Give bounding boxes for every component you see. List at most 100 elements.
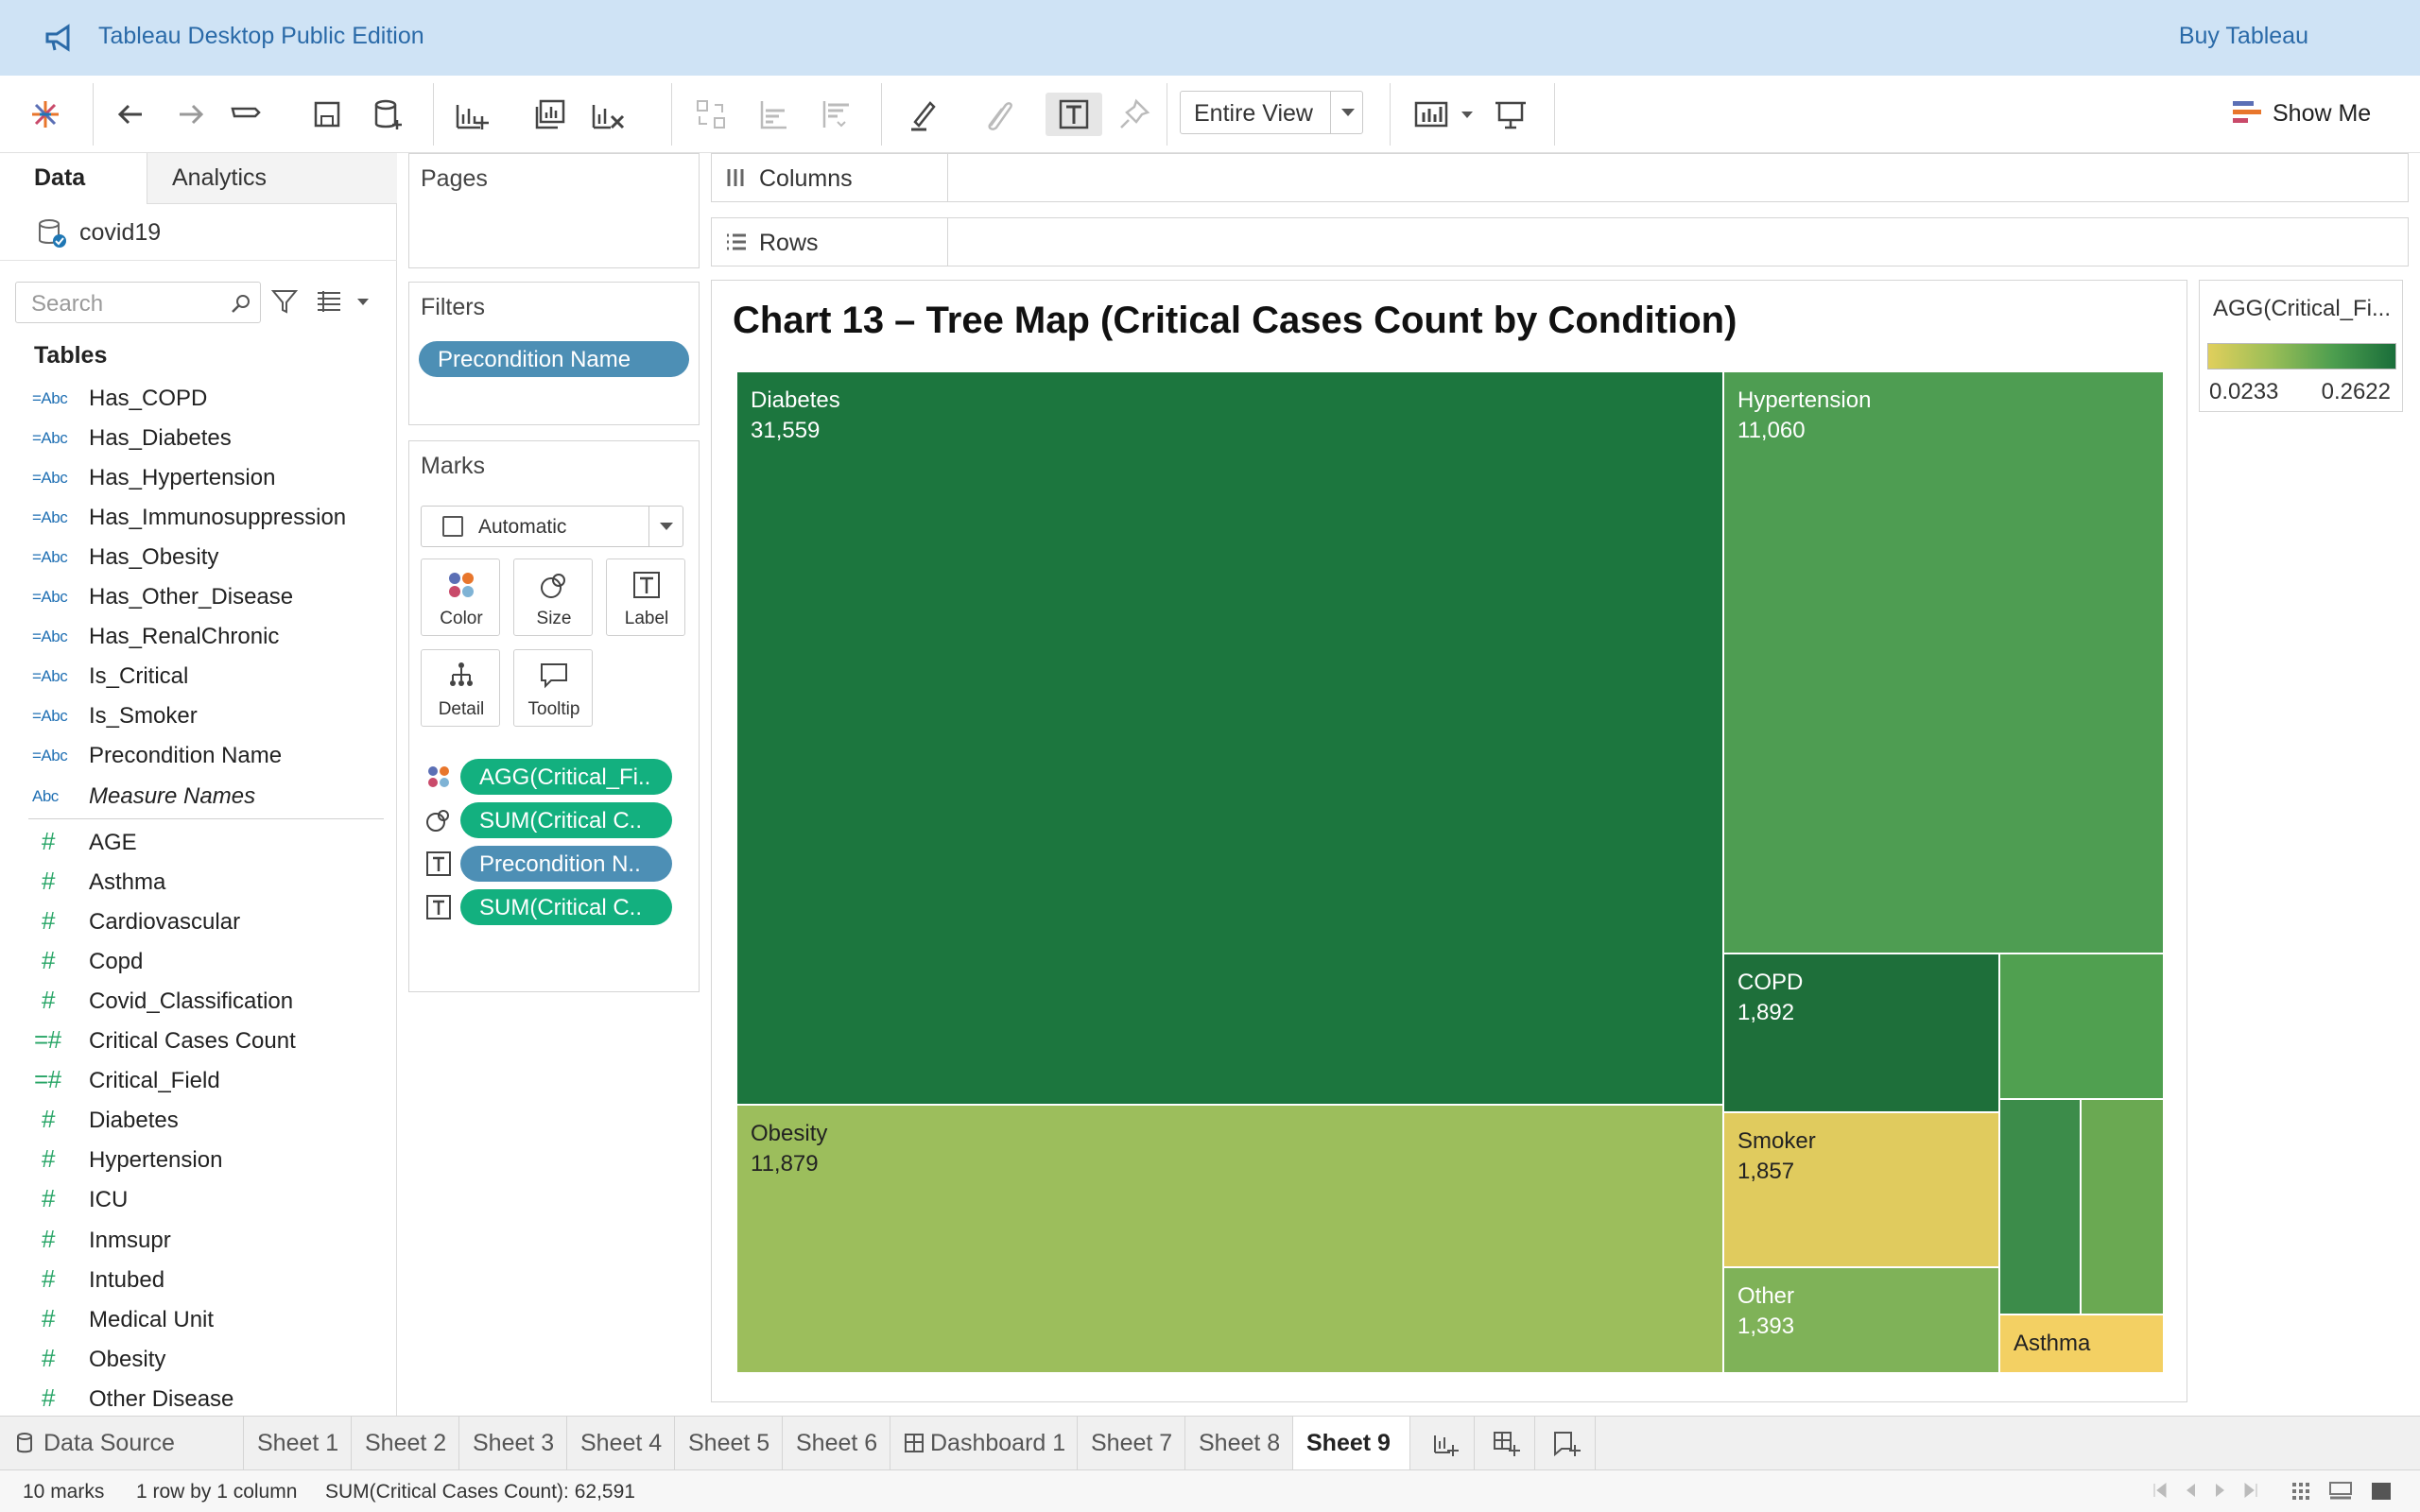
label-button[interactable]: Label [606,558,685,636]
field-item[interactable]: # Cardiovascular [0,903,388,941]
sheet-tab[interactable]: Sheet 3 [459,1417,567,1469]
treemap-tile[interactable]: COPD 1,892 [1723,954,1999,1112]
marks-shelf-row-label[interactable]: Precondition N.. [424,842,695,882]
color-legend[interactable]: AGG(Critical_Fi... 0.0233 0.2622 [2199,280,2403,412]
treemap-tile[interactable]: Diabetes 31,559 [736,371,1723,1105]
filters-card[interactable]: Filters Precondition Name [408,282,700,425]
columns-shelf[interactable]: Columns [711,153,2409,202]
field-item[interactable]: =Abc Is_Critical [0,658,388,696]
field-item[interactable]: # Hypertension [0,1142,388,1179]
treemap-tile[interactable]: Other 1,393 [1723,1267,1999,1373]
redo-icon[interactable] [172,93,210,136]
size-button[interactable]: Size [513,558,593,636]
marks-pill-label-dimension[interactable]: Precondition N.. [460,846,672,882]
filter-icon[interactable] [270,287,299,316]
tab-analytics[interactable]: Analytics [147,153,528,204]
single-view-icon[interactable] [2371,1482,2392,1501]
new-dashboard-tab[interactable] [1475,1417,1535,1469]
show-mark-labels-icon[interactable] [1046,93,1102,136]
sheet-tab[interactable]: Sheet 7 [1078,1417,1185,1469]
new-worksheet-icon[interactable] [452,93,490,136]
sheet-tab[interactable]: Sheet 5 [675,1417,783,1469]
field-item[interactable]: =Abc Has_Diabetes [0,420,388,457]
treemap-tile-unlabeled[interactable] [1999,954,2164,1099]
field-item[interactable]: =Abc Has_RenalChronic [0,618,388,656]
replay-icon[interactable] [227,93,265,136]
marks-pill-label-measure[interactable]: SUM(Critical C.. [460,889,672,925]
field-item[interactable]: # AGE [0,824,388,862]
duplicate-sheet-icon[interactable] [531,93,569,136]
marks-pill-size[interactable]: SUM(Critical C.. [460,802,672,838]
grid-view-icon[interactable] [2291,1482,2312,1501]
view-list-icon[interactable] [316,289,342,314]
field-item[interactable]: # Intubed [0,1262,388,1299]
marks-shelf-row-color[interactable]: AGG(Critical_Fi.. [424,755,695,795]
presentation-mode-icon[interactable] [1492,93,1530,136]
group-members-icon[interactable] [977,93,1015,136]
rows-shelf[interactable]: Rows [711,217,2409,266]
tab-data-source[interactable]: Data Source [0,1417,244,1469]
datasource-row[interactable]: covid19 [0,204,397,261]
field-item[interactable]: # Obesity [0,1341,388,1379]
sheet-tab[interactable]: Sheet 9 [1293,1417,1410,1469]
sheet-tab[interactable]: Dashboard 1 [890,1417,1078,1469]
marks-shelf-row-label-2[interactable]: SUM(Critical C.. [424,885,695,925]
buy-tableau-link[interactable]: Buy Tableau [2179,23,2308,50]
sheet-tab[interactable]: Sheet 4 [567,1417,675,1469]
field-item[interactable]: # Other Disease [0,1381,388,1418]
detail-button[interactable]: Detail [421,649,500,727]
show-cards-dropdown-icon[interactable] [1461,112,1473,118]
field-item[interactable]: # Copd [0,943,388,981]
filter-pill-precondition-name[interactable]: Precondition Name [419,341,689,377]
field-item[interactable]: =# Critical_Field [0,1062,388,1100]
mark-type-select[interactable]: Automatic [421,506,683,547]
save-icon[interactable] [308,93,346,136]
pages-card[interactable]: Pages [408,153,700,268]
field-item[interactable]: Abc Measure Names [0,778,388,816]
field-item[interactable]: =Abc Has_COPD [0,380,388,418]
undo-icon[interactable] [112,93,149,136]
tooltip-button[interactable]: Tooltip [513,649,593,727]
search-input[interactable]: Search [15,282,261,323]
clear-sheet-icon[interactable] [588,93,626,136]
field-item[interactable]: =Abc Has_Obesity [0,539,388,576]
treemap-tile[interactable]: Hypertension 11,060 [1723,371,2164,954]
chevron-down-icon[interactable] [1330,92,1362,133]
sheet-tab[interactable]: Sheet 6 [783,1417,890,1469]
show-cards-icon[interactable] [1412,93,1450,136]
view-list-dropdown-icon[interactable] [357,299,369,305]
swap-rows-columns-icon[interactable] [692,93,730,136]
field-item[interactable]: # Medical Unit [0,1301,388,1339]
last-page-icon[interactable] [2242,1482,2259,1499]
chevron-down-icon[interactable] [648,507,683,546]
field-item[interactable]: # Covid_Classification [0,983,388,1021]
sheet-tab[interactable]: Sheet 8 [1185,1417,1293,1469]
fit-select[interactable]: Entire View [1180,91,1363,134]
filmstrip-view-icon[interactable] [2329,1482,2352,1501]
first-page-icon[interactable] [2152,1482,2169,1499]
treemap-tile-unlabeled[interactable] [2081,1099,2164,1314]
show-me-button[interactable]: Show Me [2231,94,2371,132]
fix-axes-pin-icon[interactable] [1115,93,1153,136]
sheet-tab[interactable]: Sheet 1 [244,1417,352,1469]
treemap-tile[interactable]: Smoker 1,857 [1723,1112,1999,1267]
previous-page-icon[interactable] [2182,1482,2199,1499]
color-button[interactable]: Color [421,558,500,636]
new-worksheet-tab[interactable] [1414,1417,1475,1469]
new-story-tab[interactable] [1535,1417,1596,1469]
tab-data[interactable]: Data [0,153,147,204]
treemap-tile-unlabeled[interactable] [1999,1099,2081,1314]
treemap-tile[interactable]: Asthma [1999,1314,2164,1373]
field-item[interactable]: =Abc Has_Other_Disease [0,578,388,616]
sort-ascending-icon[interactable] [754,93,792,136]
field-item[interactable]: =# Critical Cases Count [0,1022,388,1060]
field-item[interactable]: =Abc Has_Hypertension [0,459,388,497]
marks-shelf-row-size[interactable]: SUM(Critical C.. [424,799,695,838]
field-item[interactable]: # ICU [0,1181,388,1219]
field-item[interactable]: =Abc Is_Smoker [0,697,388,735]
new-data-source-icon[interactable] [369,93,406,136]
field-item[interactable]: # Inmsupr [0,1222,388,1260]
next-page-icon[interactable] [2212,1482,2229,1499]
sort-descending-icon[interactable] [817,93,855,136]
field-item[interactable]: # Asthma [0,864,388,902]
